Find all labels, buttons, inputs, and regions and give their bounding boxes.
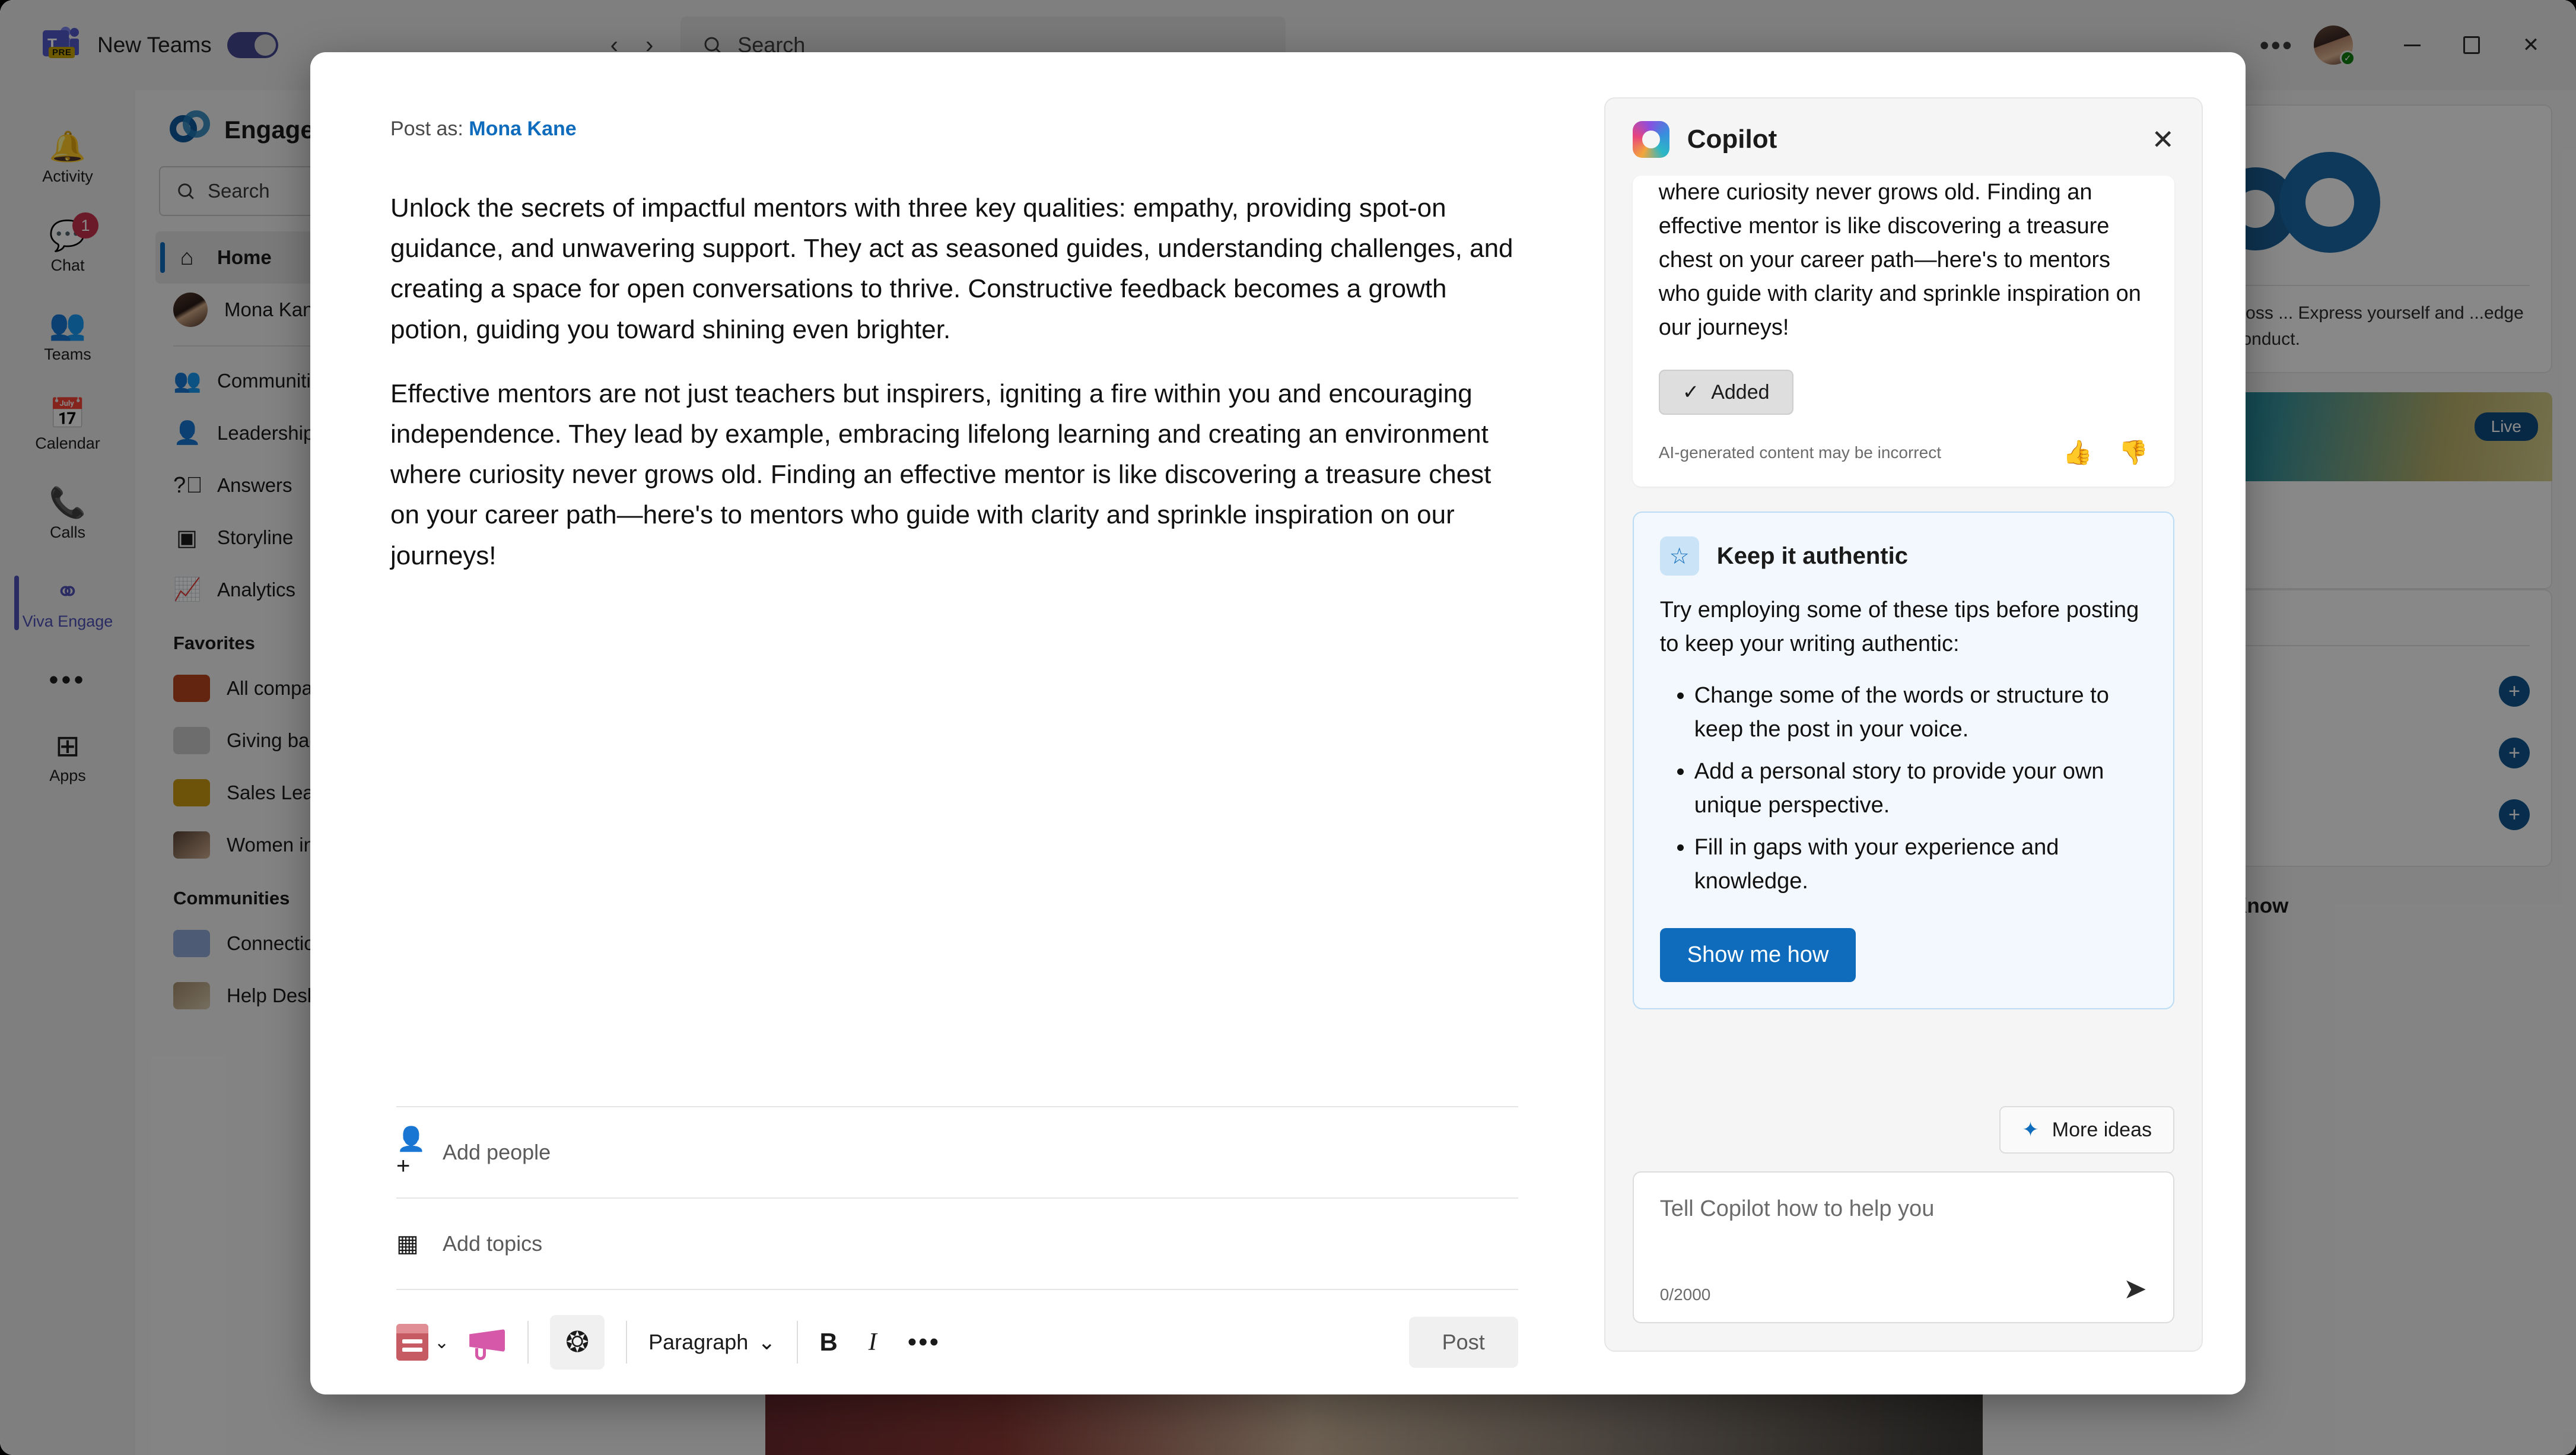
tip-title: Keep it authentic	[1716, 542, 1908, 569]
toolbar-divider	[527, 1321, 529, 1364]
topic-icon: ▦	[396, 1231, 419, 1257]
ai-disclaimer-row: AI-generated content may be incorrect 👍 …	[1659, 439, 2148, 466]
copilot-scroll-area[interactable]: where curiosity never grows old. Finding…	[1605, 176, 2202, 1087]
show-me-how-button[interactable]: Show me how	[1659, 928, 1856, 982]
copilot-title: Copilot	[1687, 125, 1777, 154]
tip-intro: Try employing some of these tips before …	[1659, 598, 2139, 656]
post-as-label: Post as:	[390, 117, 463, 140]
star-edit-icon: ☆	[1659, 536, 1699, 576]
post-as: Post as: Mona Kane	[310, 52, 1604, 141]
list-item: Change some of the words or structure to…	[1694, 679, 2147, 746]
toolbar-divider	[626, 1321, 628, 1364]
copilot-input-placeholder: Tell Copilot how to help you	[1659, 1196, 1935, 1221]
more-ideas-row: ✦ More ideas	[1605, 1087, 2202, 1154]
chevron-down-icon[interactable]: ⌄	[434, 1332, 449, 1353]
add-topics-row[interactable]: ▦ Add topics	[310, 1199, 1604, 1289]
add-people-label: Add people	[443, 1140, 551, 1164]
char-count: 0/2000	[1659, 1285, 1711, 1304]
more-formatting-icon[interactable]: •••	[908, 1327, 940, 1357]
bold-button[interactable]: B	[819, 1328, 837, 1356]
add-people-row[interactable]: 👤+ Add people	[310, 1107, 1604, 1197]
post-paragraph-1: Unlock the secrets of impactful mentors …	[390, 193, 1513, 344]
copilot-logo-icon	[1632, 121, 1669, 158]
ai-disclaimer: AI-generated content may be incorrect	[1658, 443, 1941, 462]
post-button[interactable]: Post	[1408, 1317, 1518, 1368]
paragraph-label: Paragraph	[648, 1330, 749, 1354]
close-icon[interactable]: ✕	[2151, 123, 2174, 155]
more-ideas-button[interactable]: ✦ More ideas	[1999, 1106, 2174, 1154]
tip-bullet-list: Change some of the words or structure to…	[1694, 679, 2147, 898]
more-ideas-label: More ideas	[2052, 1118, 2152, 1141]
teams-window: T PRE New Teams ‹ › Search ••• ✓ ✕ 🔔 Act…	[0, 0, 2576, 1455]
list-item: Add a personal story to provide your own…	[1694, 755, 2147, 822]
composer-pane: Post as: Mona Kane Unlock the secrets of…	[310, 52, 1604, 1394]
sparkle-icon: ✦	[2022, 1119, 2039, 1141]
person-add-icon: 👤+	[396, 1126, 426, 1179]
post-paragraph-2: Effective mentors are not just teachers …	[390, 379, 1491, 570]
added-button[interactable]: ✓ Added	[1658, 370, 1793, 415]
copilot-panel: Copilot ✕ where curiosity never grows ol…	[1604, 97, 2203, 1352]
thumbs-up-icon[interactable]: 👍	[2063, 439, 2092, 466]
composer-toolbar: ⌄ ❂ Paragraph ⌄ B I ••• Post	[310, 1290, 1604, 1394]
post-type-icon[interactable]	[396, 1324, 428, 1361]
praise-icon[interactable]: ❂	[550, 1315, 605, 1370]
copilot-draft-card: where curiosity never grows old. Finding…	[1632, 176, 2174, 487]
post-composer-dialog: Post as: Mona Kane Unlock the secrets of…	[310, 52, 2246, 1394]
add-topics-label: Add topics	[443, 1231, 543, 1256]
toolbar-divider	[797, 1321, 799, 1364]
italic-button[interactable]: I	[869, 1328, 877, 1356]
send-icon[interactable]: ➤	[2123, 1272, 2147, 1305]
check-icon: ✓	[1682, 381, 1700, 404]
megaphone-icon[interactable]	[469, 1327, 506, 1360]
paragraph-style-dropdown[interactable]: Paragraph ⌄	[648, 1330, 775, 1355]
copilot-prompt-input[interactable]: Tell Copilot how to help you 0/2000 ➤	[1632, 1171, 2174, 1323]
copilot-header: Copilot ✕	[1605, 99, 2202, 176]
thumbs-down-icon[interactable]: 👎	[2119, 439, 2148, 466]
chevron-down-icon: ⌄	[758, 1330, 776, 1354]
added-label: Added	[1711, 380, 1770, 404]
keep-it-authentic-card: ☆ Keep it authentic Try employing some o…	[1632, 512, 2174, 1009]
list-item: Fill in gaps with your experience and kn…	[1694, 831, 2147, 898]
post-as-name[interactable]: Mona Kane	[469, 117, 576, 140]
post-text-area[interactable]: Unlock the secrets of impactful mentors …	[310, 141, 1604, 1106]
copilot-draft-text: where curiosity never grows old. Finding…	[1658, 180, 2141, 340]
